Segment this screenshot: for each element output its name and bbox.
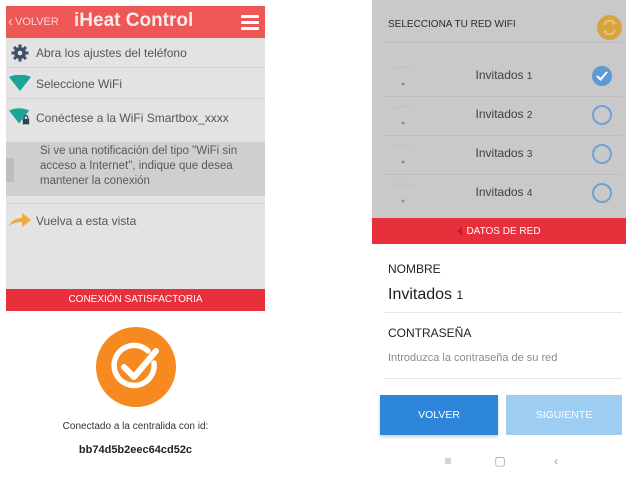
network-name: Invitados 1 <box>475 68 533 82</box>
triangle-icon <box>457 227 463 235</box>
left-screen: ‹ VOLVER iHeat Control Abra los ajustes … <box>6 6 265 486</box>
name-value: Invitados 1 <box>388 286 464 303</box>
connection-status-bar: CONEXIÓN SATISFACTORIA <box>6 289 265 311</box>
divider <box>384 312 622 313</box>
refresh-icon[interactable] <box>597 15 622 40</box>
warning-icon <box>6 158 14 182</box>
step-return: Vuelva a esta vista <box>6 212 265 228</box>
device-id: bb74d5b2eec64cd52c <box>78 444 193 456</box>
back-label: VOLVER <box>15 15 59 28</box>
network-radio[interactable] <box>592 105 612 125</box>
network-name: Invitados 4 <box>475 185 533 199</box>
password-input[interactable] <box>388 352 618 364</box>
success-check-icon <box>96 327 176 407</box>
divider <box>384 42 622 43</box>
divider <box>6 98 265 99</box>
network-radio[interactable] <box>592 144 612 164</box>
step-text: Seleccione WiFi <box>36 77 123 91</box>
wifi-list-title: SELECCIONA TU RED WIFI <box>388 19 516 30</box>
instructions-panel: Abra los ajustes del teléfono Seleccione… <box>6 38 265 289</box>
hamburger-menu-icon[interactable] <box>241 15 259 30</box>
step-text: Conéctese a la WiFi Smartbox_xxxx <box>36 111 229 125</box>
chevron-left-icon: ‹ <box>8 13 13 30</box>
step-text: Vuelva a esta vista <box>36 214 137 228</box>
back-button[interactable]: VOLVER <box>380 395 498 435</box>
menu-icon[interactable]: ≡ <box>440 453 456 469</box>
divider <box>6 203 265 204</box>
next-button[interactable]: SIGUIENTE <box>506 395 622 435</box>
gear-icon <box>9 44 31 62</box>
step-text: Abra los ajustes del teléfono <box>36 46 187 60</box>
right-screen: SELECCIONA TU RED WIFI Invitados 1 Invit… <box>372 0 626 486</box>
connection-result: Conectado a la centralida con id: bb74d5… <box>6 311 265 486</box>
name-label: NOMBRE <box>388 262 441 276</box>
network-data-bar: DATOS DE RED <box>372 218 626 244</box>
divider <box>384 378 622 379</box>
notice-text: Si ve una notificación del tipo "WiFi si… <box>40 145 238 187</box>
network-name: Invitados 2 <box>475 107 533 121</box>
divider <box>6 67 265 68</box>
home-icon[interactable]: ▢ <box>492 453 508 469</box>
step-connect-wifi: Conéctese a la WiFi Smartbox_xxxx <box>6 107 265 127</box>
wifi-lock-icon <box>9 107 31 127</box>
network-radio[interactable] <box>592 183 612 203</box>
network-item[interactable]: Invitados 1 <box>382 58 626 96</box>
wifi-list-panel: SELECCIONA TU RED WIFI Invitados 1 Invit… <box>372 0 626 218</box>
arrow-right-icon <box>9 212 31 228</box>
notice-box: Si ve una notificación del tipo "WiFi si… <box>6 142 265 196</box>
step-select-wifi: Seleccione WiFi <box>6 75 265 91</box>
back-button[interactable]: ‹ VOLVER <box>8 14 59 29</box>
system-navigation-bar: ≡ ▢ ‹ <box>372 450 626 472</box>
back-icon[interactable]: ‹ <box>548 453 564 469</box>
network-item[interactable]: Invitados 2 <box>382 97 626 135</box>
network-radio-checked[interactable] <box>592 66 612 86</box>
wifi-icon <box>9 75 31 91</box>
app-title: iHeat Control <box>74 10 194 31</box>
network-data-label: DATOS DE RED <box>466 225 541 237</box>
wifi-list-header: SELECCIONA TU RED WIFI <box>372 4 626 42</box>
network-name: Invitados 3 <box>475 146 533 160</box>
step-open-settings: Abra los ajustes del teléfono <box>6 44 265 62</box>
app-header: ‹ VOLVER iHeat Control <box>6 6 265 38</box>
password-label: CONTRASEÑA <box>388 326 472 340</box>
connected-label: Conectado a la centralida con id: <box>62 421 209 432</box>
network-item[interactable]: Invitados 4 <box>382 175 626 213</box>
network-item[interactable]: Invitados 3 <box>382 136 626 174</box>
